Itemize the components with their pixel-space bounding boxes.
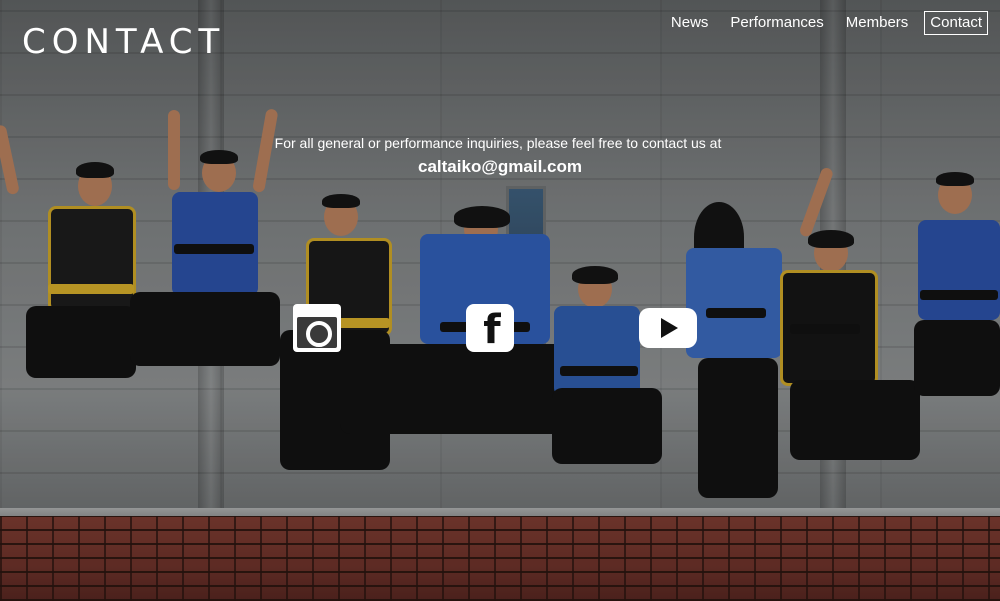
play-icon <box>661 318 678 338</box>
instagram-icon-strip <box>297 308 337 316</box>
dark-overlay <box>0 0 1000 601</box>
instagram-icon[interactable] <box>293 304 341 352</box>
background-photo <box>0 0 1000 601</box>
nav-item-members[interactable]: Members <box>840 11 915 35</box>
contact-intro: For all general or performance inquiries… <box>274 135 722 151</box>
instagram-icon-lens <box>306 321 332 347</box>
contact-email-link[interactable]: caltaiko@gmail.com <box>0 156 1000 178</box>
nav-item-performances[interactable]: Performances <box>724 11 829 35</box>
youtube-icon[interactable] <box>639 308 697 348</box>
main-nav: News Performances Members Contact <box>655 11 988 35</box>
nav-item-news[interactable]: News <box>665 11 715 35</box>
facebook-glyph: f <box>483 307 501 353</box>
facebook-icon[interactable]: f <box>466 304 514 352</box>
page-title: CONTACT <box>22 22 226 62</box>
nav-item-contact[interactable]: Contact <box>924 11 988 35</box>
